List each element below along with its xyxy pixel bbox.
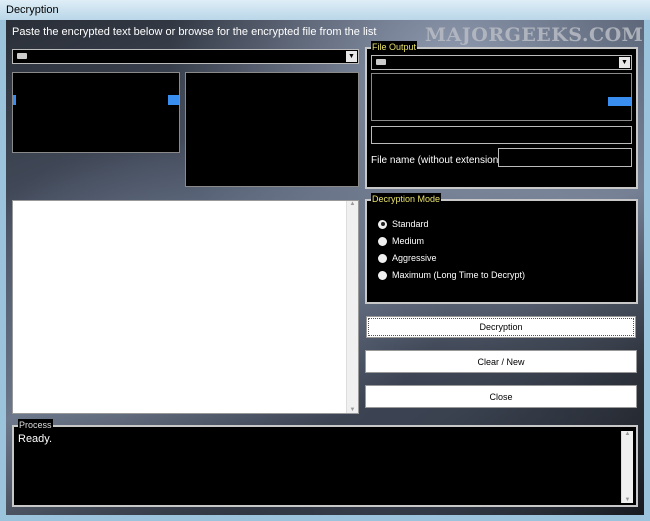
radio-standard[interactable]: Standard <box>378 219 429 229</box>
radio-icon <box>378 236 387 246</box>
drive-icon <box>376 59 386 65</box>
instruction-text: Paste the encrypted text below or browse… <box>12 26 377 38</box>
radio-medium[interactable]: Medium <box>378 236 424 246</box>
file-list[interactable] <box>12 72 180 153</box>
output-drive-select[interactable]: ▼ <box>371 55 632 70</box>
scrollbar[interactable]: ▲ ▼ <box>621 431 633 503</box>
clear-new-button[interactable]: Clear / New <box>365 350 637 373</box>
output-path-field[interactable] <box>371 126 632 144</box>
watermark-logo: MAJORGEEKS.COM <box>425 24 644 46</box>
radio-icon <box>378 270 387 280</box>
chevron-down-icon[interactable]: ▼ <box>619 57 630 68</box>
scrollbar[interactable]: ▲ ▼ <box>346 201 358 413</box>
radio-aggressive[interactable]: Aggressive <box>378 253 437 263</box>
decryption-mode-group: Decryption Mode Standard Medium Aggressi… <box>365 193 638 304</box>
radio-label: Standard <box>392 219 429 229</box>
decryption-button[interactable]: Decryption <box>366 316 636 338</box>
process-group: Process Ready. ▲ ▼ <box>12 419 638 507</box>
list-selection <box>13 95 16 105</box>
filename-input[interactable] <box>498 148 632 167</box>
radio-label: Aggressive <box>392 253 437 263</box>
close-button[interactable]: Close <box>365 385 637 408</box>
file-output-legend: File Output <box>371 41 418 53</box>
process-log: Ready. <box>18 433 53 445</box>
output-folder-list[interactable] <box>371 73 632 121</box>
list-selection-end <box>168 95 179 105</box>
folder-list[interactable] <box>185 72 359 187</box>
radio-selected-icon <box>378 219 387 229</box>
radio-icon <box>378 253 387 263</box>
title-bar[interactable]: Decryption <box>0 0 650 20</box>
radio-maximum[interactable]: Maximum (Long Time to Decrypt) <box>378 270 525 280</box>
drive-select[interactable]: ▼ <box>12 49 359 64</box>
window-title: Decryption <box>6 4 59 16</box>
process-legend: Process <box>18 419 53 431</box>
radio-label: Medium <box>392 236 425 246</box>
encrypted-text-area[interactable]: ▲ ▼ <box>12 200 359 414</box>
file-output-group: File Output ▼ File name (without extensi… <box>365 41 638 189</box>
chevron-down-icon[interactable]: ▼ <box>346 51 357 62</box>
list-selection <box>608 97 631 106</box>
decryption-mode-legend: Decryption Mode <box>371 193 442 205</box>
radio-label: Maximum (Long Time to Decrypt) <box>392 270 526 280</box>
filename-label: File name (without extension) <box>371 155 502 166</box>
drive-icon <box>17 53 27 59</box>
